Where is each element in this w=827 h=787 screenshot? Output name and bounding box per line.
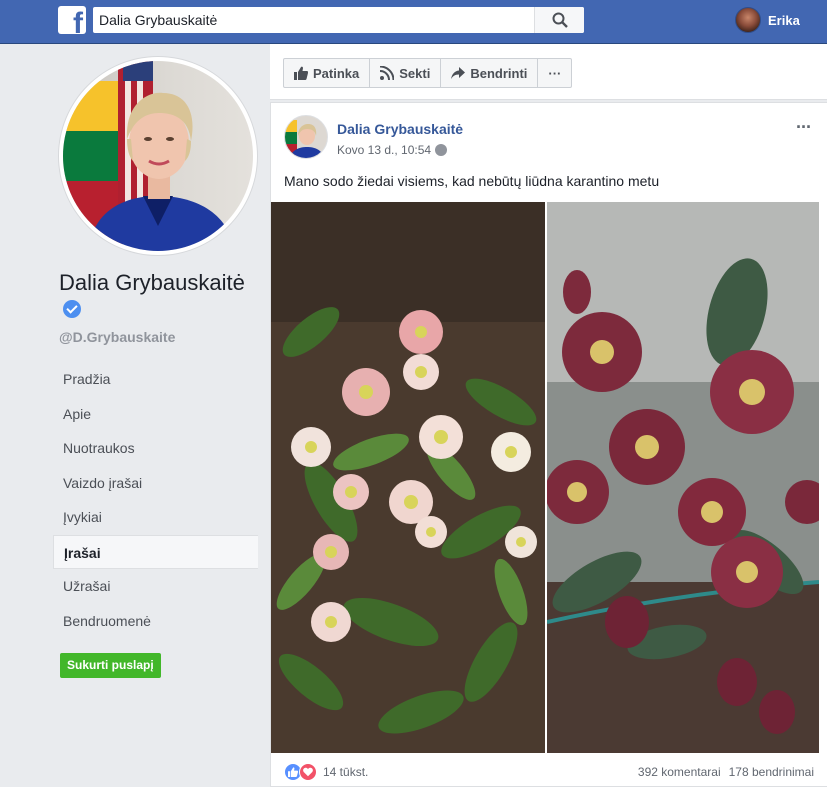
search-button[interactable] (534, 7, 584, 33)
post-text: Mano sodo žiedai visiems, kad nebūtų liū… (284, 173, 660, 189)
shares-count-link[interactable]: 178 bendrinimai (729, 765, 814, 779)
share-label: Bendrinti (470, 65, 528, 81)
user-name: Erika (768, 12, 800, 28)
red-flowers-illustration (547, 202, 819, 753)
reaction-count: 14 tūkst. (323, 765, 369, 779)
reactions-summary[interactable]: 14 tūkst. (284, 763, 368, 781)
photo-dark-red-hellebores[interactable] (547, 202, 819, 753)
user-profile-link[interactable]: Erika (735, 7, 800, 33)
search-input[interactable] (93, 8, 533, 32)
page-navigation: Pradžia Apie Nuotraukos Vaizdo įrašai Įv… (53, 362, 258, 638)
follow-label: Sekti (399, 65, 431, 81)
engagement-counts: 392 komentarai 178 bendrinimai (638, 765, 814, 779)
post-author-name[interactable]: Dalia Grybauskaitė (337, 121, 463, 137)
more-dots-icon: ··· (548, 65, 562, 81)
love-reaction-icon (299, 763, 317, 781)
photo-pink-hellebores[interactable] (271, 202, 545, 753)
nav-item-posts[interactable]: Įrašai (53, 534, 258, 569)
share-button[interactable]: Bendrinti (441, 59, 539, 87)
verified-badge-icon (63, 300, 81, 318)
rss-icon (380, 66, 395, 80)
portrait-illustration (63, 61, 235, 251)
share-arrow-icon (451, 67, 466, 79)
nav-item-videos[interactable]: Vaizdo įrašai (53, 466, 258, 501)
nav-item-notes[interactable]: Užrašai (53, 569, 258, 604)
nav-item-photos[interactable]: Nuotraukos (53, 431, 258, 466)
user-avatar (735, 7, 761, 33)
post-author-avatar[interactable] (284, 115, 328, 159)
like-page-label: Patinka (313, 65, 360, 81)
nav-item-events[interactable]: Įvykiai (53, 500, 258, 535)
more-actions-button[interactable]: ··· (538, 59, 571, 87)
globe-icon (435, 144, 448, 156)
page-action-bar: Patinka Sekti Bendrinti ··· (270, 44, 827, 100)
page-handle[interactable]: @D.Grybauskaite (59, 329, 175, 345)
like-page-button[interactable]: Patinka (284, 59, 371, 87)
author-avatar-illustration (285, 116, 327, 158)
follow-button[interactable]: Sekti (370, 59, 442, 87)
page-title-text: Dalia Grybauskaitė (59, 270, 245, 295)
left-sidebar: Dalia Grybauskaitė @D.Grybauskaite Pradž… (0, 44, 269, 787)
page-actions: Patinka Sekti Bendrinti ··· (283, 58, 573, 88)
create-page-button[interactable]: Sukurti puslapį (60, 653, 161, 678)
post-time-text: Kovo 13 d., 10:54 (337, 143, 432, 157)
nav-item-about[interactable]: Apie (53, 397, 258, 432)
profile-picture[interactable] (59, 57, 257, 255)
post-options-button[interactable]: ··· (796, 117, 812, 138)
post-photos (271, 202, 827, 753)
nav-item-community[interactable]: Bendruomenė (53, 604, 258, 639)
post-footer: 14 tūkst. 392 komentarai 178 bendrinimai (284, 763, 814, 781)
post-timestamp[interactable]: Kovo 13 d., 10:54 (337, 143, 448, 157)
pink-flowers-illustration (271, 202, 545, 753)
nav-item-home[interactable]: Pradžia (53, 362, 258, 397)
profile-photo (63, 61, 253, 251)
search-bar (93, 7, 584, 33)
thumbs-up-icon (294, 66, 308, 80)
comments-count-link[interactable]: 392 komentarai (638, 765, 721, 779)
post-card: Dalia Grybauskaitė Kovo 13 d., 10:54 ···… (270, 102, 827, 787)
search-icon (552, 12, 568, 28)
page-title[interactable]: Dalia Grybauskaitė (59, 270, 249, 322)
top-navigation-bar: f Erika (0, 0, 827, 44)
facebook-logo-icon[interactable]: f (58, 6, 86, 34)
